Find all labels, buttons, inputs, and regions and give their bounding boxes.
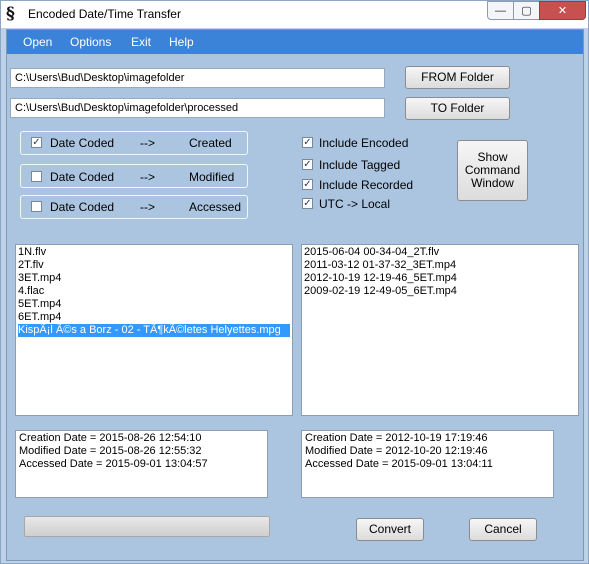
checkmark-icon: ✓ — [303, 137, 312, 148]
title-bar: § Encoded Date/Time Transfer — ▢ ✕ — [1, 1, 588, 28]
mapping-arrow-label: --> — [140, 200, 155, 214]
include-encoded-checkbox[interactable]: ✓ — [302, 137, 313, 148]
maximize-button[interactable]: ▢ — [513, 1, 540, 20]
mapping-row-accessed: Date Coded --> Accessed — [20, 195, 248, 219]
minimize-button[interactable]: — — [487, 1, 514, 20]
checkmark-icon: ✓ — [303, 159, 312, 170]
source-file-list[interactable]: 1N.flv 2T.flv 3ET.mp4 4.flac 5ET.mp4 6ET.mp4 K… — [15, 244, 293, 416]
app-window: § Encoded Date/Time Transfer — ▢ ✕ Open … — [0, 0, 589, 564]
include-encoded-label: Include Encoded — [319, 136, 409, 150]
mapping-checkbox-created[interactable]: ✓ — [31, 137, 42, 148]
mapping-source-label: Date Coded — [50, 170, 115, 184]
menu-bar: Open Options Exit Help — [7, 30, 583, 54]
utc-local-checkbox[interactable]: ✓ — [302, 198, 313, 209]
mapping-source-label: Date Coded — [50, 200, 115, 214]
source-file-item[interactable]: 2T.flv — [18, 259, 290, 272]
mapping-row-created: ✓ Date Coded --> Created — [20, 131, 248, 155]
show-command-line-3: Window — [471, 176, 514, 190]
mapping-checkbox-accessed[interactable] — [31, 201, 42, 212]
output-file-item[interactable]: 2012-10-19 12-19-46_5ET.mp4 — [304, 272, 576, 285]
mapping-arrow-label: --> — [140, 170, 155, 184]
output-accessed-date: Accessed Date = 2015-09-01 13:04:11 — [305, 458, 493, 470]
source-file-item[interactable]: 6ET.mp4 — [18, 311, 290, 324]
source-accessed-date: Accessed Date = 2015-09-01 13:04:57 — [19, 458, 208, 470]
progress-bar — [24, 516, 270, 537]
close-icon: ✕ — [557, 5, 568, 17]
from-folder-button[interactable]: FROM Folder — [405, 66, 510, 89]
mapping-target-label: Accessed — [189, 200, 242, 214]
include-recorded-label: Include Recorded — [319, 178, 414, 192]
mapping-checkbox-modified[interactable] — [31, 171, 42, 182]
source-modified-date: Modified Date = 2015-08-26 12:55:32 — [19, 445, 202, 457]
output-modified-date: Modified Date = 2012-10-20 12:19:46 — [305, 445, 488, 457]
to-folder-input[interactable]: C:\Users\Bud\Desktop\imagefolder\process… — [10, 98, 385, 118]
checkmark-icon: ✓ — [303, 198, 312, 209]
minimize-icon: — — [495, 4, 506, 17]
close-button[interactable]: ✕ — [539, 1, 586, 20]
include-tagged-label: Include Tagged — [319, 158, 401, 172]
source-file-item[interactable]: 3ET.mp4 — [18, 272, 290, 285]
to-folder-button[interactable]: TO Folder — [405, 97, 510, 120]
client-area: Open Options Exit Help C:\Users\Bud\Desk… — [6, 29, 584, 561]
cancel-button[interactable]: Cancel — [469, 518, 537, 541]
convert-button[interactable]: Convert — [356, 518, 424, 541]
menu-open[interactable]: Open — [23, 35, 52, 49]
app-logo-icon: § — [6, 4, 15, 24]
source-date-info: Creation Date = 2015-08-26 12:54:10 Modi… — [15, 430, 268, 498]
mapping-target-label: Created — [189, 136, 232, 150]
menu-exit[interactable]: Exit — [131, 35, 151, 49]
menu-help[interactable]: Help — [169, 35, 194, 49]
include-tagged-checkbox[interactable]: ✓ — [302, 159, 313, 170]
maximize-icon: ▢ — [521, 5, 532, 17]
output-creation-date: Creation Date = 2012-10-19 17:19:46 — [305, 432, 488, 444]
include-recorded-checkbox[interactable]: ✓ — [302, 179, 313, 190]
utc-local-label: UTC -> Local — [319, 197, 391, 211]
source-file-item[interactable]: KispÃ¡l Ã©s a Borz - 02 - TÃ¶kÃ©letes He… — [18, 324, 290, 337]
checkmark-icon: ✓ — [32, 137, 41, 148]
checkmark-icon: ✓ — [303, 179, 312, 190]
output-file-item[interactable]: 2015-06-04 00-34-04_2T.flv — [304, 246, 576, 259]
source-file-item[interactable]: 1N.flv — [18, 246, 290, 259]
output-date-info: Creation Date = 2012-10-19 17:19:46 Modi… — [301, 430, 554, 498]
window-title: Encoded Date/Time Transfer — [28, 7, 181, 21]
source-file-item[interactable]: 5ET.mp4 — [18, 298, 290, 311]
output-file-item[interactable]: 2009-02-19 12-49-05_6ET.mp4 — [304, 285, 576, 298]
source-creation-date: Creation Date = 2015-08-26 12:54:10 — [19, 432, 202, 444]
mapping-arrow-label: --> — [140, 136, 155, 150]
mapping-source-label: Date Coded — [50, 136, 115, 150]
menu-options[interactable]: Options — [70, 35, 111, 49]
mapping-target-label: Modified — [189, 170, 235, 184]
from-folder-input[interactable]: C:\Users\Bud\Desktop\imagefolder — [10, 68, 385, 88]
mapping-row-modified: Date Coded --> Modified — [20, 164, 248, 188]
output-file-item[interactable]: 2011-03-12 01-37-32_3ET.mp4 — [304, 259, 576, 272]
show-command-window-button[interactable]: Show Command Window — [457, 140, 528, 201]
source-file-item[interactable]: 4.flac — [18, 285, 290, 298]
output-file-list[interactable]: 2015-06-04 00-34-04_2T.flv 2011-03-12 01-… — [301, 244, 579, 416]
